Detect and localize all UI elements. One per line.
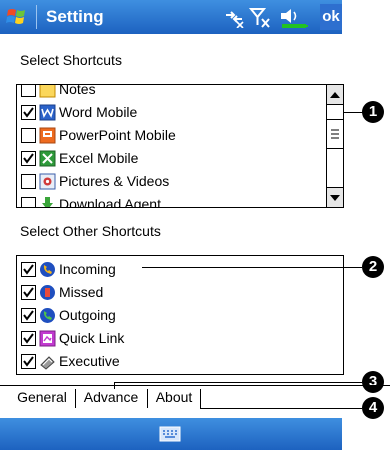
list-item[interactable]: Outgoing [21,304,116,326]
shortcuts-scrollbar[interactable] [326,85,343,207]
ok-button[interactable]: ok [320,4,342,30]
callout-4-line [200,408,362,409]
pictures-videos-checkbox[interactable] [21,173,36,189]
excel-mobile-checkbox[interactable] [21,150,36,166]
missed-checkbox[interactable] [21,284,36,300]
tab-general[interactable]: General [10,386,74,408]
incoming-call-icon [40,261,55,277]
excel-mobile-icon [39,150,56,166]
callout-4-badge: 4 [362,397,384,419]
list-item[interactable]: Download Agent [21,193,161,208]
list-item[interactable]: Notes [21,84,96,100]
executive-checkbox[interactable] [21,353,36,369]
callout-2-badge: 2 [362,256,384,278]
scroll-up-button[interactable] [327,85,343,105]
callout-1-line [343,112,363,113]
bottom-menu-bar [0,418,342,450]
callout-1-badge: 1 [362,101,384,123]
download-agent-label: Download Agent [59,196,161,208]
word-mobile-checkbox[interactable] [21,104,36,120]
pictures-videos-label: Pictures & Videos [59,173,170,189]
connectivity-icon[interactable] [223,6,245,28]
volume-battery-icon[interactable] [278,6,314,28]
scroll-thumb[interactable] [327,119,343,149]
title-separator [36,5,37,29]
executive-label: Executive [59,353,120,369]
outgoing-label: Outgoing [59,307,116,323]
tab-advance[interactable]: Advance [76,386,146,408]
callout-2-line [142,267,362,268]
incoming-checkbox[interactable] [21,261,36,277]
pictures-videos-icon [39,173,56,189]
download-agent-icon [42,196,53,207]
tab-divider [200,389,201,408]
powerpoint-mobile-icon [39,127,56,143]
word-mobile-icon [39,104,56,120]
scroll-down-button[interactable] [327,187,343,207]
notes-icon [39,85,56,97]
list-item[interactable]: Word Mobile [21,101,137,123]
quick-link-label: Quick Link [59,330,125,346]
shortcuts-listbox[interactable]: Notes Word Mobile PowerPoint Mobile Exce… [16,84,344,208]
outgoing-call-icon [40,307,55,323]
download-agent-checkbox[interactable] [21,196,36,207]
word-mobile-label: Word Mobile [59,104,138,120]
powerpoint-mobile-label: PowerPoint Mobile [59,127,176,143]
tab-about[interactable]: About [148,386,200,408]
select-other-shortcuts-label: Select Other Shortcuts [20,223,161,239]
arrow-down-icon [330,195,340,201]
signal-off-icon[interactable] [249,6,271,28]
executive-icon [40,355,55,370]
callout-3-line [114,382,362,383]
other-shortcuts-listbox[interactable]: Incoming Missed Outgoing Quick Link Exec… [16,255,344,375]
incoming-label: Incoming [59,261,116,277]
powerpoint-mobile-checkbox[interactable] [21,127,36,143]
arrow-up-icon [330,92,340,98]
title-bar: Setting ok [0,0,342,34]
list-item[interactable]: Incoming [21,258,116,280]
select-shortcuts-label: Select Shortcuts [20,52,122,68]
quick-link-checkbox[interactable] [21,330,36,346]
list-item[interactable]: Excel Mobile [21,147,138,169]
keyboard-icon[interactable] [159,425,181,443]
grip-icon [331,129,339,139]
windows-start-icon[interactable] [6,6,30,28]
list-item[interactable]: Quick Link [21,327,124,349]
notes-checkbox[interactable] [21,85,36,97]
callout-3-badge: 3 [362,371,384,393]
page-title: Setting [46,7,104,26]
list-item[interactable]: Missed [21,281,103,303]
quick-link-icon [39,330,56,346]
missed-label: Missed [59,284,104,300]
list-item[interactable]: Pictures & Videos [21,170,169,192]
list-item[interactable]: Executive [21,350,120,372]
outgoing-checkbox[interactable] [21,307,36,323]
notes-label: Notes [59,84,96,97]
missed-call-icon [40,284,55,300]
excel-mobile-label: Excel Mobile [59,150,139,166]
list-item[interactable]: PowerPoint Mobile [21,124,176,146]
